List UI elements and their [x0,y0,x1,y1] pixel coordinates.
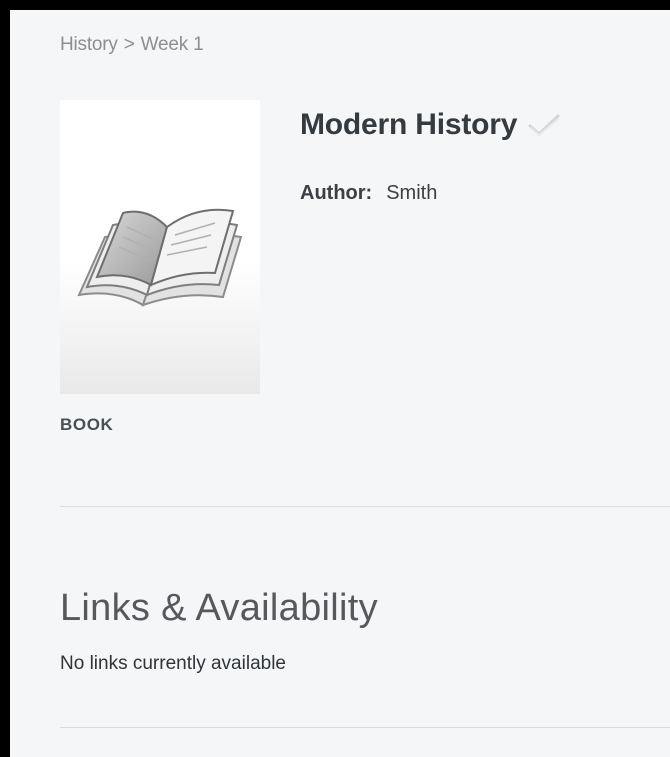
open-book-icon [77,208,243,307]
breadcrumb-separator: > [123,34,135,55]
breadcrumb-item-history[interactable]: History [60,34,118,56]
record-type-label: BOOK [60,415,114,434]
book-thumbnail[interactable] [60,100,260,394]
record-title-row: Modern History [300,108,561,142]
bottom-divider [60,727,670,728]
breadcrumb-item-week[interactable]: Week 1 [141,34,204,56]
section-divider [60,506,670,507]
author-value: Smith [386,182,438,204]
record-title[interactable]: Modern History [300,108,517,142]
author-label: Author: [300,182,373,204]
no-links-message: No links currently available [60,653,286,674]
links-availability-heading: Links & Availability [60,586,378,629]
checkmark-icon [528,114,560,136]
author-row: Author: Smith [300,182,437,205]
page-frame: History > Week 1 BOOK Modern History Aut… [10,10,670,757]
breadcrumb: History > Week 1 [60,34,204,56]
